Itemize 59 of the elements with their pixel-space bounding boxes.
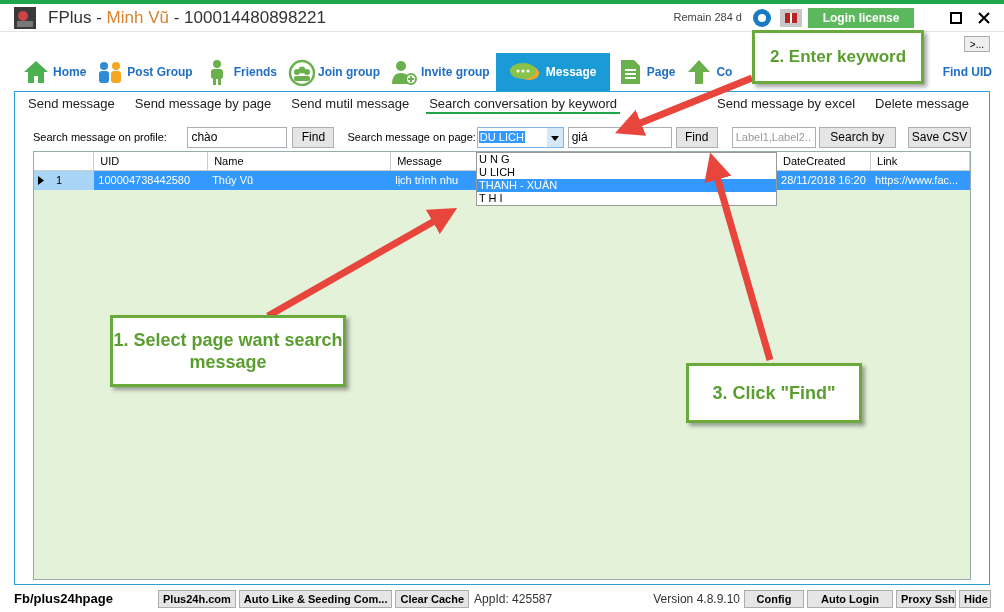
status-button[interactable]: Clear Cache	[395, 590, 470, 608]
status-button[interactable]: Proxy Ssh	[896, 590, 956, 608]
remaining-days-text: Remain 284 d	[673, 10, 742, 26]
dropdown-option[interactable]: U N G	[477, 153, 776, 166]
callout-box: 1. Select page want search message	[110, 315, 346, 387]
dropdown-option[interactable]: T H I	[477, 192, 776, 205]
field-label: Search message on profile:	[33, 129, 168, 145]
app-id-text: AppId: 425587	[474, 591, 553, 608]
search-by-button[interactable]: Search by	[818, 126, 896, 148]
close-icon[interactable]	[978, 11, 990, 24]
column-header[interactable]: UID	[94, 152, 209, 170]
nav-tab[interactable]: Friends	[198, 53, 282, 91]
callout-box: 2. Enter keyword	[752, 30, 924, 84]
find-button[interactable]: Find	[675, 126, 718, 148]
nav-tab[interactable]: Home	[18, 53, 91, 91]
row-number: 1	[56, 173, 63, 189]
table-cell-text: https://www.fac...	[874, 173, 960, 188]
person-plus-icon	[390, 58, 419, 86]
help-icon[interactable]	[752, 7, 772, 28]
column-header[interactable]: Name	[208, 152, 392, 170]
keyword-field[interactable]: giá	[567, 126, 672, 148]
status-button[interactable]: Hide	[959, 590, 991, 608]
more-button[interactable]: >...	[963, 36, 990, 52]
save-csv-button[interactable]: Save CSV	[908, 126, 971, 148]
subtab[interactable]: Send message	[25, 94, 118, 114]
subtab[interactable]: Send mutil message	[288, 94, 413, 114]
group-icon	[287, 58, 316, 86]
status-button[interactable]: Auto Like & Seeding Com...	[238, 590, 393, 608]
subtab[interactable]: Send message by excel	[714, 94, 859, 114]
table-cell-text: lịch trình nhu	[394, 173, 460, 188]
callout-box: 3. Click "Find"	[686, 363, 862, 423]
table-cell-text: Thúy Vũ	[211, 173, 255, 188]
house-icon	[22, 58, 50, 86]
nav-tab[interactable]: Page	[611, 53, 680, 91]
status-button[interactable]: Config	[744, 590, 804, 608]
maximize-icon[interactable]	[950, 11, 962, 24]
status-button[interactable]: Plus24h.com	[158, 590, 236, 608]
field-label: Search message on page:	[347, 129, 476, 145]
nav-tab[interactable]: Find UID	[938, 53, 996, 91]
nav-tab[interactable]: Join group	[283, 53, 385, 91]
subtab[interactable]: Search conversation by keyword	[426, 94, 620, 114]
column-header[interactable]: Link	[871, 152, 970, 170]
page-link[interactable]: Fb/plus24hpage	[14, 589, 158, 609]
nav-tab[interactable]: Invite group	[386, 53, 494, 91]
window-title: FPlus - Minh Vũ - 100014480898221	[48, 6, 326, 29]
app-logo-icon	[14, 6, 36, 29]
subtab[interactable]: Delete message	[872, 94, 972, 114]
row-pointer-icon	[38, 176, 44, 185]
nav-tab[interactable]: Co	[681, 53, 737, 91]
table-cell-text: 100004738442580	[97, 173, 192, 188]
labels-field[interactable]: Label1,Label2...	[731, 126, 816, 148]
find-button[interactable]: Find	[292, 126, 335, 148]
version-text: Version 4.8.9.10	[653, 591, 740, 608]
table-cell-text: 28/11/2018 16:20	[780, 173, 867, 188]
input-field[interactable]: chào	[187, 126, 288, 148]
status-button[interactable]: Auto Login	[807, 590, 893, 608]
subtab[interactable]: Send message by page	[131, 94, 275, 114]
nav-tab[interactable]: Post Group	[92, 53, 197, 91]
dropdown-icon[interactable]	[546, 127, 563, 147]
